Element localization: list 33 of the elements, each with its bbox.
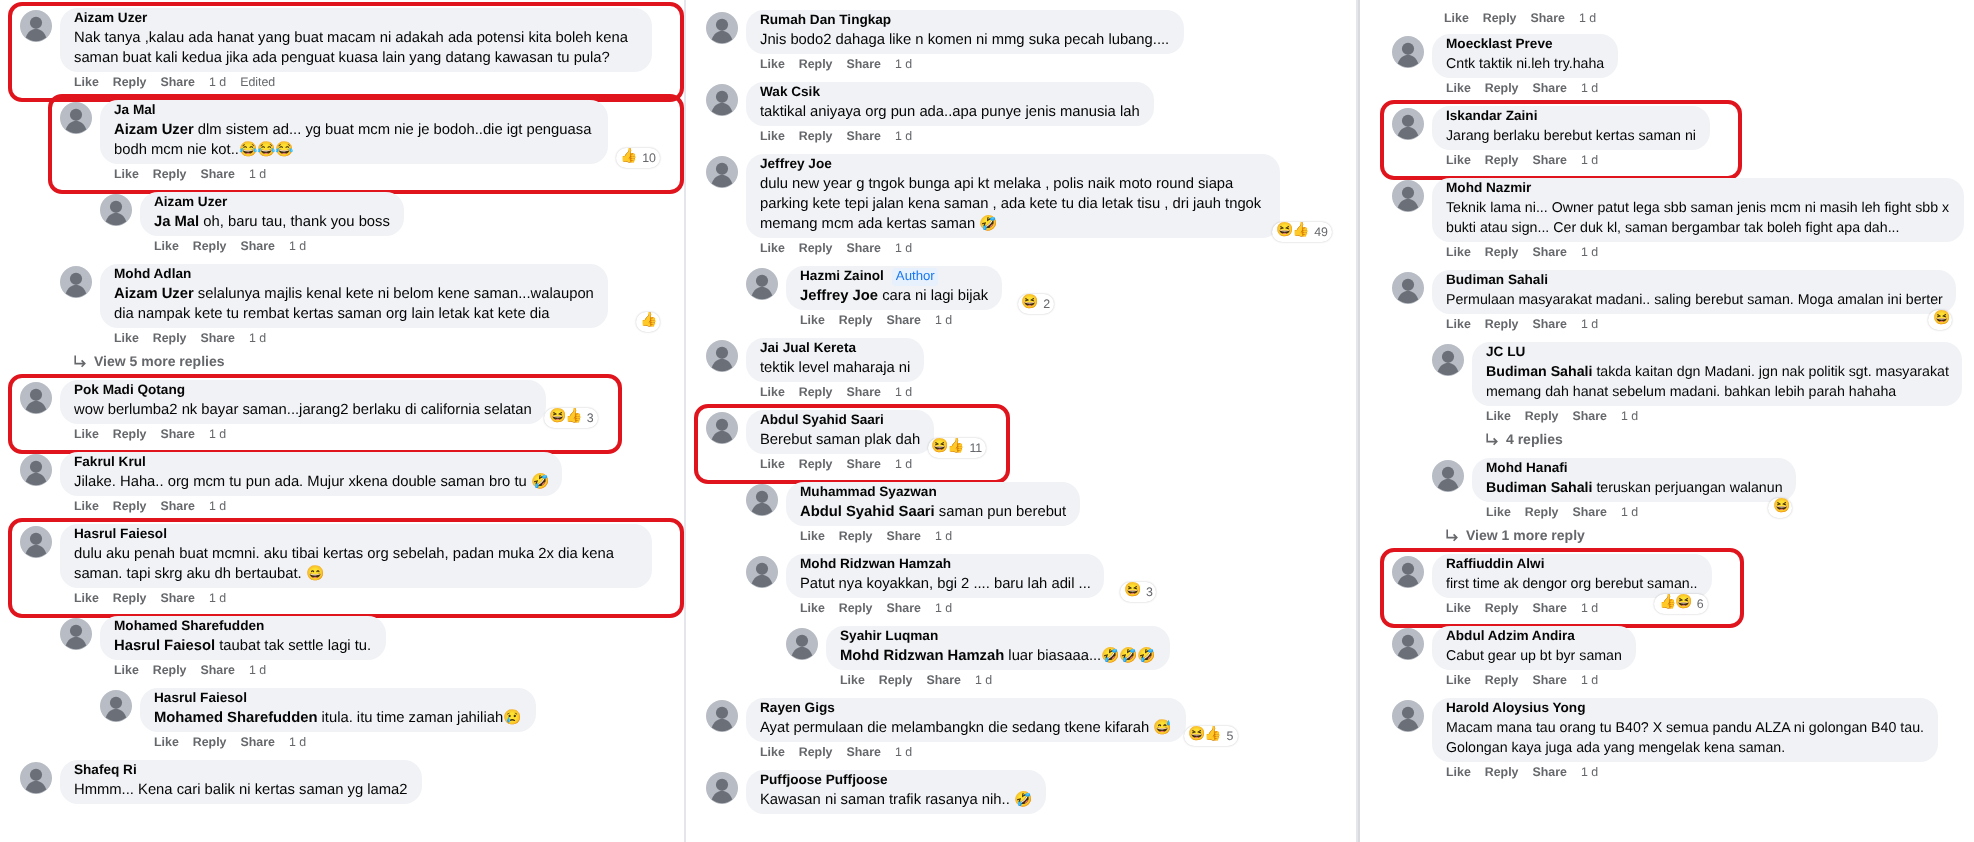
user-avatar-icon: [706, 12, 738, 44]
reply-arrow-icon: [1444, 528, 1460, 544]
user-avatar-icon: [100, 690, 132, 722]
user-avatar-icon: [1392, 108, 1424, 140]
user-avatar-icon: [1392, 180, 1424, 212]
user-avatar-icon: [1432, 460, 1464, 492]
user-avatar-icon: [1392, 272, 1424, 304]
user-avatar-icon: [60, 618, 92, 650]
user-avatar-icon: [746, 484, 778, 516]
user-avatar-icon: [706, 340, 738, 372]
user-avatar-icon: [706, 772, 738, 804]
user-avatar-icon: [20, 382, 52, 414]
user-avatar-icon: [1392, 556, 1424, 588]
user-avatar-icon: [786, 628, 818, 660]
user-avatar-icon: [746, 268, 778, 300]
user-avatar-icon: [100, 194, 132, 226]
user-avatar-icon: [746, 556, 778, 588]
user-avatar-icon: [1392, 36, 1424, 68]
user-avatar-icon: [60, 266, 92, 298]
user-avatar-icon: [20, 762, 52, 794]
user-avatar-icon: [20, 526, 52, 558]
user-avatar-icon: [1392, 628, 1424, 660]
user-avatar-icon: [706, 412, 738, 444]
user-avatar-icon: [60, 102, 92, 134]
reply-arrow-icon: [72, 354, 88, 370]
user-avatar-icon: [706, 156, 738, 188]
reply-arrow-icon: [1484, 432, 1500, 448]
user-avatar-icon: [20, 10, 52, 42]
user-avatar-icon: [1432, 344, 1464, 376]
user-avatar-icon: [20, 454, 52, 486]
user-avatar-icon: [706, 84, 738, 116]
user-avatar-icon: [706, 700, 738, 732]
user-avatar-icon: [1392, 700, 1424, 732]
